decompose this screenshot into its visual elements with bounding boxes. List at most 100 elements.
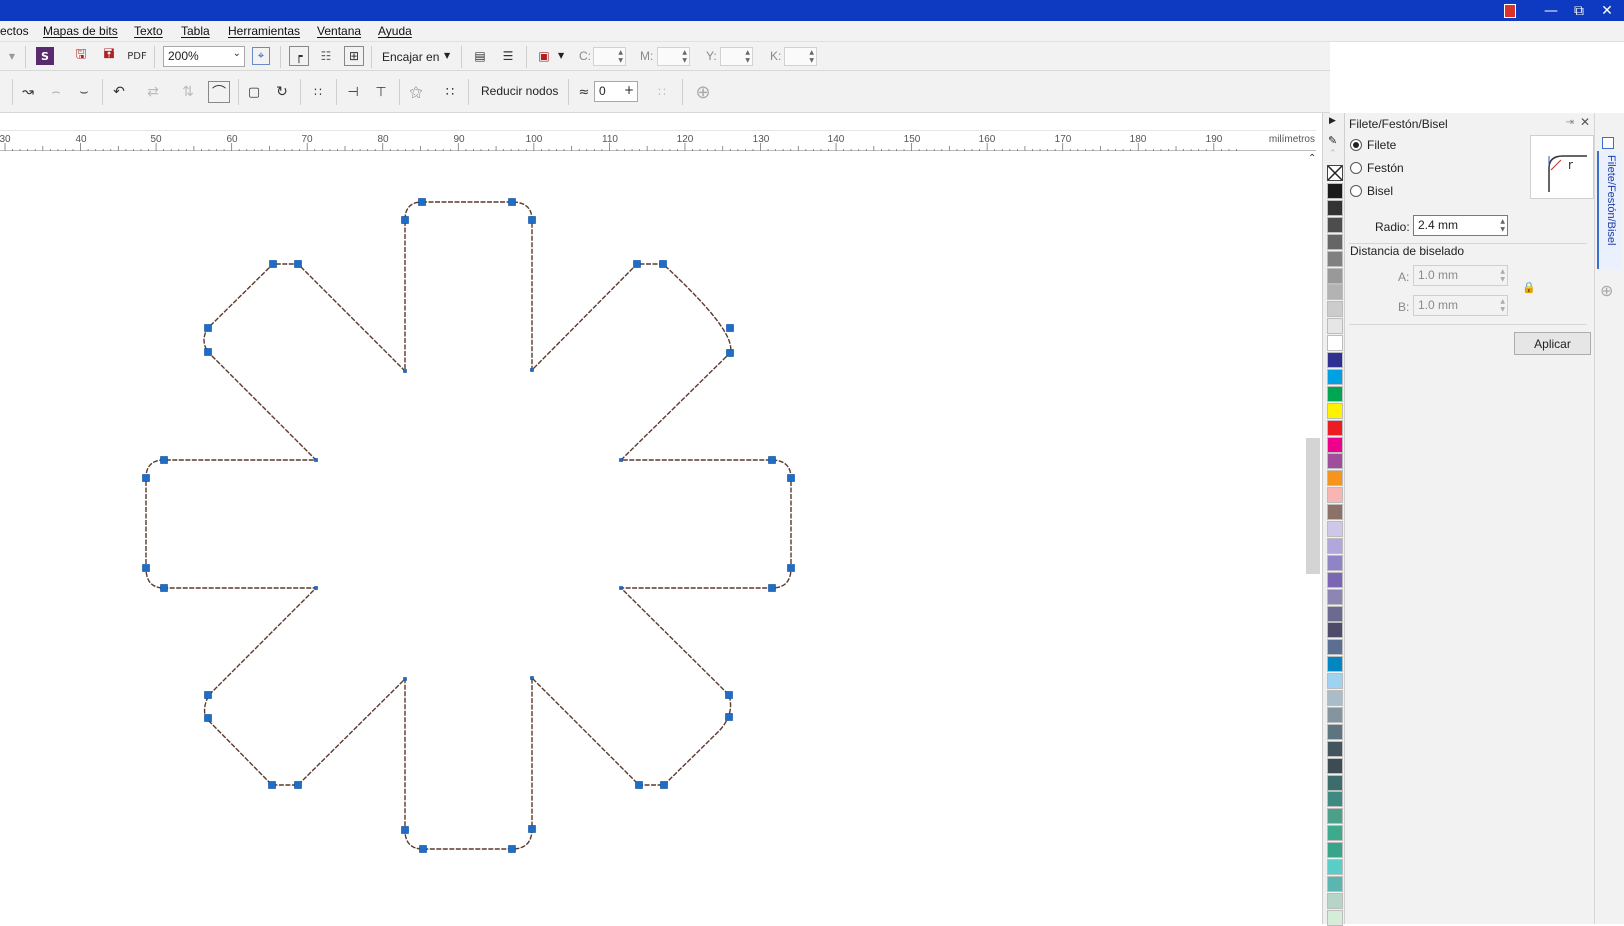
black-spinner[interactable]: ▲ ▼	[784, 47, 817, 66]
menu-help[interactable]: Ayuda	[378, 24, 412, 38]
color-swatch[interactable]	[1327, 909, 1343, 926]
shape-node[interactable]	[528, 216, 536, 224]
shape-node[interactable]	[508, 845, 516, 853]
shape-node[interactable]	[725, 691, 733, 699]
shape-node[interactable]	[294, 781, 302, 789]
shape-node[interactable]	[401, 826, 409, 834]
apply-button[interactable]: Aplicar	[1514, 332, 1591, 355]
color-swatch[interactable]	[1327, 521, 1343, 537]
menu-text[interactable]: Texto	[134, 24, 163, 38]
minimize-icon[interactable]: —	[1537, 0, 1565, 21]
color-swatch[interactable]	[1327, 740, 1343, 757]
shape-node[interactable]	[294, 260, 302, 268]
color-swatch[interactable]	[1327, 825, 1343, 842]
color-swatch[interactable]	[1327, 706, 1343, 723]
color-swatch[interactable]	[1327, 723, 1343, 740]
docker-close-icon[interactable]: ✕	[1580, 115, 1590, 129]
page-border-icon[interactable]: ┍	[289, 46, 309, 66]
color-swatch[interactable]	[1327, 301, 1343, 318]
magenta-spinner[interactable]: ▲ ▼	[657, 47, 690, 66]
shape-node[interactable]	[787, 564, 795, 572]
yellow-spinner[interactable]: ▲ ▼	[720, 47, 753, 66]
color-swatch[interactable]	[1327, 774, 1343, 791]
shape-node[interactable]	[508, 198, 516, 206]
color-swatch[interactable]	[1327, 216, 1343, 233]
publish-pdf-icon[interactable]: PDF	[127, 47, 146, 65]
shape-node[interactable]	[787, 474, 795, 482]
color-swatch[interactable]	[1327, 588, 1343, 605]
shape-node[interactable]	[530, 676, 534, 680]
color-swatch[interactable]	[1327, 842, 1343, 859]
shape-node[interactable]	[204, 324, 212, 332]
color-swatch[interactable]	[1327, 385, 1343, 402]
color-swatch[interactable]	[1327, 402, 1343, 419]
color-swatch[interactable]	[1327, 267, 1343, 284]
close-icon[interactable]: ✕	[1593, 0, 1621, 21]
shape-node[interactable]	[528, 825, 536, 833]
shape-node[interactable]	[314, 586, 318, 590]
options-icon[interactable]: ☰	[499, 47, 517, 65]
curve-smoothness-input[interactable]: 0 +	[594, 81, 638, 102]
dropdown-arrow-icon[interactable]: ▼	[6, 48, 18, 64]
stretch-nodes-icon[interactable]: ▢	[244, 83, 264, 101]
rotate-nodes-icon[interactable]: ↻	[272, 83, 292, 101]
color-swatch[interactable]	[1327, 368, 1343, 385]
shape-node[interactable]	[726, 349, 734, 357]
color-swatch[interactable]	[1327, 673, 1343, 690]
extract-subpath-icon[interactable]: ∷	[440, 83, 460, 101]
color-swatch[interactable]	[1327, 892, 1343, 909]
menu-table[interactable]: Tabla	[181, 24, 210, 38]
color-swatch[interactable]	[1327, 875, 1343, 892]
mirror-horizontal-icon[interactable]: ⊣	[343, 83, 363, 101]
chevron-down-icon[interactable]: ▼	[558, 51, 564, 60]
radius-input[interactable]: 2.4 mm ▲ ▼	[1413, 215, 1508, 236]
color-swatch[interactable]	[1327, 605, 1343, 622]
shape-node[interactable]	[204, 691, 212, 699]
symmetric-node-icon[interactable]: ⇄	[143, 83, 163, 101]
shape-node[interactable]	[160, 456, 168, 464]
color-swatch[interactable]	[1327, 470, 1343, 487]
octagonal-star-shape[interactable]	[145, 201, 792, 850]
zoom-level-select[interactable]: 200% ⌄	[163, 46, 245, 67]
add-icon[interactable]: ⊕	[693, 82, 713, 103]
horizontal-ruler[interactable]: 30 40 50 60 70 80 90 100 110 120 130 140…	[0, 130, 1316, 152]
node-to-line-icon[interactable]: ↝	[18, 83, 38, 101]
color-swatch[interactable]	[1327, 504, 1343, 521]
color-swatch[interactable]	[1327, 335, 1343, 352]
shape-node[interactable]	[269, 260, 277, 268]
shape-node[interactable]	[142, 474, 150, 482]
menu-window[interactable]: Ventana	[317, 24, 361, 38]
welcome-screen-icon[interactable]: ▤	[471, 47, 489, 65]
color-swatch[interactable]	[1327, 419, 1343, 436]
spin-arrows-icon[interactable]: ▲ ▼	[1500, 218, 1505, 234]
scrollbar-thumb[interactable]	[1306, 438, 1320, 574]
distance-b-input[interactable]: 1.0 mm ▲ ▼	[1413, 295, 1508, 316]
maximize-icon[interactable]: ⧉	[1565, 0, 1593, 21]
color-swatch[interactable]	[1327, 487, 1343, 504]
snap-to-dropdown[interactable]: Encajar en	[382, 50, 439, 64]
export-icon[interactable]: 🖬	[100, 47, 118, 65]
close-curve-icon[interactable]: ⌒	[208, 81, 230, 103]
color-swatch[interactable]	[1327, 622, 1343, 639]
shape-node[interactable]	[403, 677, 407, 681]
shape-node[interactable]	[160, 584, 168, 592]
color-swatch[interactable]	[1327, 436, 1343, 453]
shape-node[interactable]	[619, 458, 623, 462]
color-swatch[interactable]	[1327, 284, 1343, 301]
shape-node[interactable]	[401, 216, 409, 224]
grid-view-icon[interactable]: ☷	[317, 47, 335, 65]
reduce-nodes-button[interactable]: Reducir nodos	[481, 84, 558, 98]
docker-tab-icon[interactable]	[1602, 137, 1614, 149]
import-icon[interactable]: 🖫	[72, 47, 90, 65]
color-swatch[interactable]	[1327, 554, 1343, 571]
fillet-label[interactable]: Filete	[1367, 138, 1396, 152]
select-all-nodes-icon[interactable]: ∷	[652, 83, 672, 101]
color-swatch[interactable]	[1327, 571, 1343, 588]
color-swatch[interactable]	[1327, 656, 1343, 673]
docker-tab-fillet[interactable]: Filete/Festón/Bisel	[1597, 151, 1621, 269]
color-swatch[interactable]	[1327, 199, 1343, 216]
no-color-swatch[interactable]	[1327, 165, 1343, 181]
lock-ratio-icon[interactable]: 🔒	[1522, 281, 1536, 294]
shape-node[interactable]	[403, 369, 407, 373]
shape-node[interactable]	[418, 198, 426, 206]
